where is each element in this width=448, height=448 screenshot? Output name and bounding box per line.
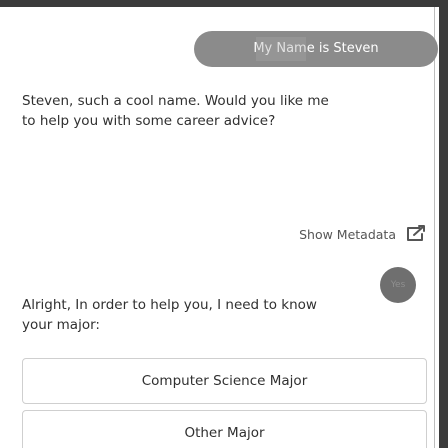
bot-message-major: Alright, In order to help you, I need to…	[22, 297, 317, 333]
option-computer-science-button[interactable]: Computer Science Major	[22, 358, 427, 404]
chat-panel: My Name is Steven Steven, such a cool na…	[0, 7, 438, 448]
chat-window: My Name is Steven Steven, such a cool na…	[0, 0, 448, 448]
yes-button[interactable]: Yes	[380, 267, 416, 303]
redaction-mark	[256, 37, 306, 61]
metadata-toggle-row[interactable]: Show Metadata	[236, 221, 428, 247]
toggle-switch-icon[interactable]	[404, 224, 428, 244]
metadata-label: Show Metadata	[299, 226, 396, 242]
option-other-major-button[interactable]: Other Major	[22, 410, 427, 448]
bot-message-career: Steven, such a cool name. Would you like…	[22, 93, 329, 129]
user-message-bubble: My Name is Steven	[194, 31, 438, 67]
